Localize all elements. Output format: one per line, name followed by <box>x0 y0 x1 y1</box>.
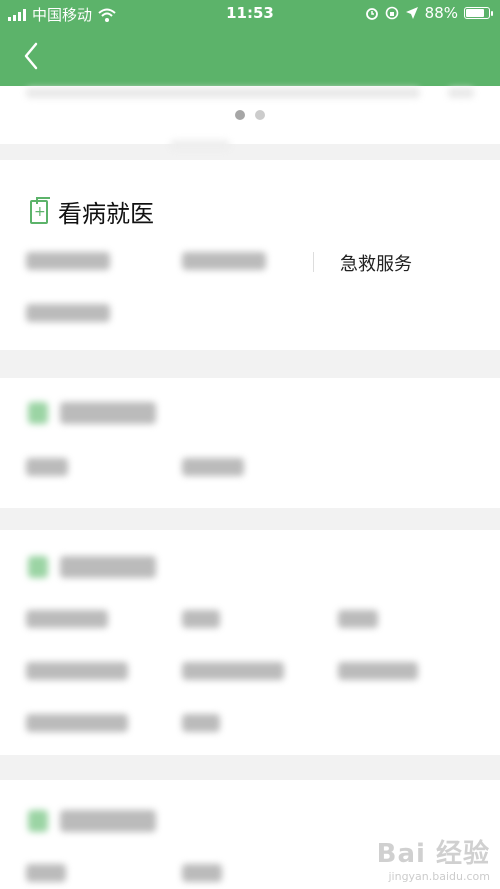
service-item-blurred[interactable] <box>26 714 128 732</box>
alarm-icon <box>365 8 378 20</box>
service-item-blurred[interactable] <box>338 610 378 628</box>
app-header: 中国移动 11:53 88% <box>0 0 500 86</box>
section-blurred-2 <box>0 378 500 508</box>
carousel-dot[interactable] <box>255 110 265 120</box>
battery-icon <box>464 7 493 19</box>
carousel-indicator <box>0 110 500 120</box>
section-title-blurred <box>60 556 156 578</box>
service-item-blurred[interactable] <box>182 610 220 628</box>
section-icon-blurred <box>28 402 48 424</box>
banner-placeholder <box>26 88 420 98</box>
section-title-blurred <box>60 402 156 424</box>
service-item-blurred[interactable] <box>182 252 266 270</box>
service-item-blurred[interactable] <box>26 610 108 628</box>
service-item-blurred[interactable] <box>26 662 128 680</box>
service-divider <box>313 252 314 272</box>
service-item-blurred[interactable] <box>182 714 220 732</box>
section-icon-blurred <box>28 810 48 832</box>
service-item-blurred[interactable] <box>26 864 66 882</box>
service-item-blurred[interactable] <box>182 864 222 882</box>
rotation-lock-icon <box>385 6 398 20</box>
service-item-blurred[interactable] <box>26 252 110 270</box>
service-item-blurred[interactable] <box>182 458 244 476</box>
section-medical-label: 看病就医 <box>58 200 154 228</box>
medical-document-icon <box>30 196 50 224</box>
back-chevron-icon[interactable] <box>18 40 46 72</box>
section-medical-title: 看病就医 <box>30 194 154 229</box>
section-icon-blurred <box>28 556 48 578</box>
service-item-blurred[interactable] <box>26 304 110 322</box>
section-title-blurred <box>60 810 156 832</box>
service-item-blurred[interactable] <box>182 662 284 680</box>
location-icon <box>405 7 418 19</box>
status-bar: 中国移动 11:53 88% <box>0 0 500 28</box>
emergency-service-item[interactable]: 急救服务 <box>340 250 412 276</box>
battery-percent: 88% <box>424 4 458 22</box>
service-item-blurred[interactable] <box>26 458 68 476</box>
baidu-jingyan-watermark: Bai 经验 jingyan.baidu.com <box>376 839 490 883</box>
carousel-dot[interactable] <box>235 110 245 120</box>
service-item-blurred[interactable] <box>338 662 418 680</box>
